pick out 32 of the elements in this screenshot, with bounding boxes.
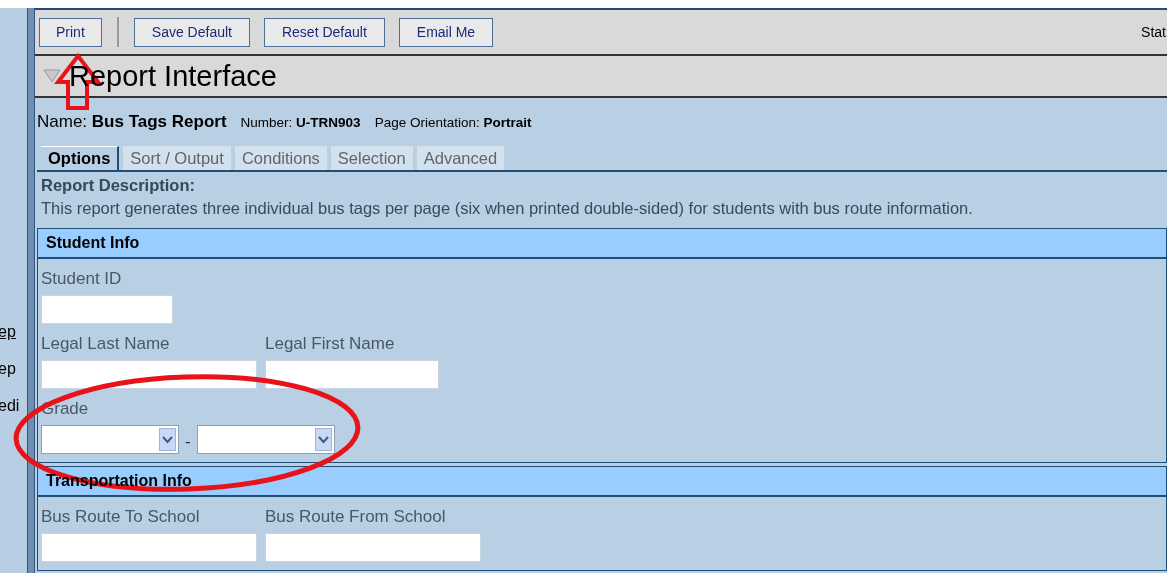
chevron-icon xyxy=(314,428,332,451)
description-text: This report generates three individual bus tags per page (six when printed double-sided) for students with bus route information. xyxy=(41,199,974,218)
report-name: Name: Bus Tags Report xyxy=(37,112,227,132)
section-title: Student Info xyxy=(46,234,140,251)
collapse-triangle-icon[interactable] xyxy=(43,69,61,83)
tab[interactable]: Advanced xyxy=(416,146,505,170)
field-label: Bus Route From School xyxy=(265,507,447,527)
input-field[interactable] xyxy=(265,360,439,389)
report-number: Number: U-TRN903 xyxy=(240,115,361,130)
page-orientation: Page Orientation: Portrait xyxy=(374,115,532,130)
toolbar-button[interactable]: Print xyxy=(39,17,102,47)
tab[interactable]: Selection xyxy=(330,146,413,170)
range-dash: - xyxy=(185,431,191,452)
toolbar-button[interactable]: Email Me xyxy=(398,17,494,47)
status-text: Stat xyxy=(1141,24,1166,40)
field-label: Bus Route To School xyxy=(41,507,201,527)
tab[interactable]: Conditions xyxy=(234,146,327,170)
field-label: Student ID xyxy=(41,269,123,289)
input-field[interactable] xyxy=(41,533,257,562)
splitter-bar[interactable] xyxy=(27,8,35,573)
field-label: Legal Last Name xyxy=(41,334,171,354)
field-label: Legal First Name xyxy=(265,334,396,354)
toolbar-button[interactable]: Save Default xyxy=(133,17,250,47)
input-field[interactable] xyxy=(41,295,173,324)
tab[interactable]: Sort / Output xyxy=(123,146,231,170)
description-heading: Report Description: xyxy=(41,176,196,195)
toolbar-button[interactable]: Reset Default xyxy=(263,17,385,47)
chevron-icon xyxy=(159,428,176,451)
dropdown-field[interactable] xyxy=(41,425,179,454)
dropdown-field[interactable] xyxy=(196,425,335,454)
input-field[interactable] xyxy=(265,533,481,562)
tab[interactable]: Options xyxy=(41,146,120,170)
